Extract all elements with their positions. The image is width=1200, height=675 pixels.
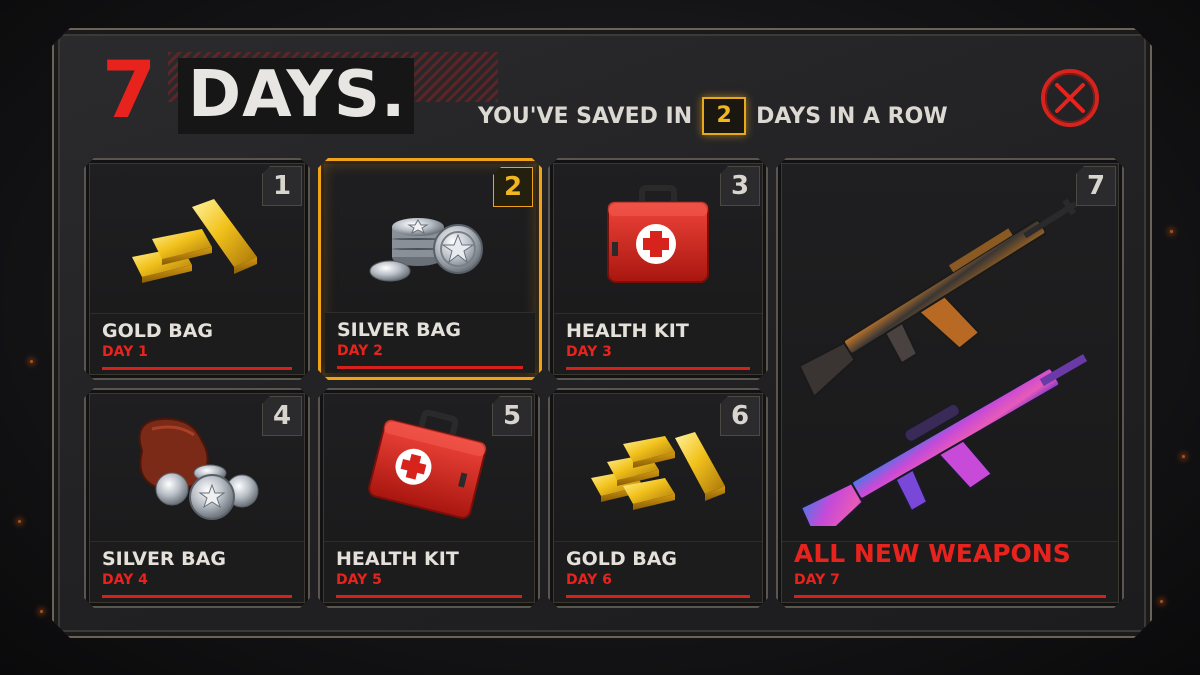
silver-coin-sack-icon (122, 411, 272, 521)
reward-day-number: 6 (720, 396, 760, 436)
reward-name: HEALTH KIT (336, 548, 459, 570)
reward-art (778, 160, 1122, 542)
reward-card-day-7[interactable]: 7 ALL NEW WEAPONS DAY 7 (776, 158, 1124, 608)
reward-name: ALL NEW WEAPONS (794, 539, 1071, 568)
reward-day-label: DAY 6 (566, 572, 612, 588)
reward-day-number: 7 (1076, 166, 1116, 206)
reward-day-number: 5 (492, 396, 532, 436)
reward-day-label: DAY 5 (336, 572, 382, 588)
streak-prefix: YOU'VE SAVED IN (478, 103, 693, 129)
reward-day-number: 3 (720, 166, 760, 206)
reward-underline (337, 366, 523, 369)
reward-day-label: DAY 1 (102, 344, 148, 360)
silver-coins-icon (360, 187, 500, 287)
reward-card-day-1[interactable]: 1 GOLD BAG DAY 1 (84, 158, 310, 380)
reward-underline (102, 595, 292, 598)
streak-count-badge: 2 (702, 97, 747, 135)
reward-card-day-5[interactable]: 5 HEALTH KIT DAY 5 (318, 388, 540, 608)
close-button[interactable] (1038, 66, 1102, 130)
reward-day-label: DAY 2 (337, 343, 383, 359)
title-word: DAYS. (188, 58, 407, 132)
reward-card-day-6[interactable]: 6 GOLD BAG DAY 6 (548, 388, 768, 608)
reward-underline (102, 367, 292, 370)
gold-bars-icon (583, 416, 733, 516)
reward-day-number: 1 (262, 166, 302, 206)
reward-name: HEALTH KIT (566, 320, 689, 342)
reward-day-number: 4 (262, 396, 302, 436)
reward-card-day-2[interactable]: 2 SILVER BAG DAY 2 (318, 158, 542, 380)
ember-particle (1170, 230, 1173, 233)
reward-underline (336, 595, 522, 598)
rifles-icon (790, 176, 1110, 526)
reward-day-label: DAY 3 (566, 344, 612, 360)
ember-particle (40, 610, 43, 613)
ember-particle (1182, 455, 1185, 458)
ember-particle (30, 360, 33, 363)
health-kit-icon (364, 409, 494, 524)
streak-suffix: DAYS IN A ROW (756, 103, 948, 129)
ember-particle (1160, 600, 1163, 603)
reward-name: SILVER BAG (102, 548, 226, 570)
reward-day-number: 2 (493, 167, 533, 207)
gold-bars-icon (122, 187, 272, 287)
reward-name: GOLD BAG (102, 320, 214, 342)
reward-day-label: DAY 4 (102, 572, 148, 588)
reward-card-day-4[interactable]: 4 SILVER BAG DAY 4 (84, 388, 310, 608)
reward-name: GOLD BAG (566, 548, 678, 570)
streak-message: YOU'VE SAVED IN 2 DAYS IN A ROW (478, 97, 948, 135)
reward-underline (566, 367, 750, 370)
health-kit-icon (598, 182, 718, 292)
reward-card-day-3[interactable]: 3 HEALTH KIT DAY 3 (548, 158, 768, 380)
reward-underline (794, 595, 1106, 598)
title-number: 7 (102, 46, 156, 136)
ember-particle (18, 520, 21, 523)
close-icon (1041, 69, 1099, 127)
reward-underline (566, 595, 750, 598)
reward-name: SILVER BAG (337, 319, 461, 341)
reward-day-label: DAY 7 (794, 572, 840, 588)
